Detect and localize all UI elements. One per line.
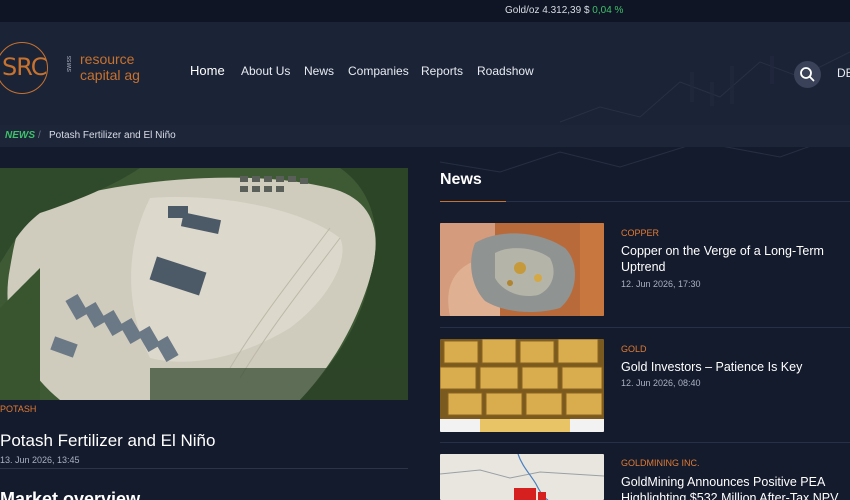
src-logo[interactable]: SRC SWISS resource capital ag bbox=[0, 40, 160, 94]
breadcrumb-separator: / bbox=[38, 130, 41, 141]
logo-word-capital: capital ag bbox=[80, 67, 140, 83]
news-thumbnail-gold-bars[interactable] bbox=[440, 339, 604, 432]
hero-category[interactable]: POTASH bbox=[0, 404, 36, 414]
language-switch[interactable]: DE bbox=[837, 66, 850, 80]
hero-image[interactable] bbox=[0, 168, 408, 400]
news-thumbnail-copper-ore[interactable] bbox=[440, 223, 604, 316]
breadcrumb-news-link[interactable]: NEWS bbox=[5, 125, 35, 147]
breadcrumb: NEWS / Potash Fertilizer and El Niño bbox=[0, 125, 850, 147]
hero-date: 13. Jun 2026, 13:45 bbox=[0, 455, 80, 465]
hero-title[interactable]: Potash Fertilizer and El Niño bbox=[0, 431, 215, 451]
gold-price-ticker: Gold/oz 4.312,39 $ 0,04 % bbox=[0, 0, 850, 22]
gold-bars-image bbox=[440, 339, 604, 432]
nav-roadshow[interactable]: Roadshow bbox=[477, 64, 534, 78]
news-heading: News bbox=[440, 171, 482, 188]
nav-about-us[interactable]: About Us bbox=[241, 64, 290, 78]
search-button[interactable] bbox=[794, 61, 821, 88]
divider bbox=[440, 442, 850, 443]
aerial-mine-site-image bbox=[0, 168, 408, 400]
nav-home[interactable]: Home bbox=[190, 63, 225, 78]
ticker-label: Gold/oz bbox=[505, 5, 540, 16]
search-icon bbox=[800, 67, 815, 82]
nav-companies[interactable]: Companies bbox=[348, 64, 409, 78]
breadcrumb-current: Potash Fertilizer and El Niño bbox=[49, 130, 176, 141]
news-item-date: 12. Jun 2026, 17:30 bbox=[621, 279, 701, 289]
news-item-category[interactable]: COPPER bbox=[621, 228, 659, 238]
logo-mark: SRC bbox=[2, 53, 47, 81]
project-map-image bbox=[440, 454, 604, 500]
news-item-title[interactable]: GoldMining Announces Positive PEA Highli… bbox=[621, 474, 850, 500]
news-item-date: 12. Jun 2026, 08:40 bbox=[621, 378, 701, 388]
news-thumbnail-map[interactable] bbox=[440, 454, 604, 500]
logo-word-resource: resource bbox=[80, 51, 135, 67]
nav-reports[interactable]: Reports bbox=[421, 64, 463, 78]
ticker-price: 4.312,39 $ bbox=[542, 5, 590, 16]
divider bbox=[0, 468, 408, 469]
news-item-title[interactable]: Copper on the Verge of a Long-Term Uptre… bbox=[621, 243, 850, 275]
copper-ore-image bbox=[440, 223, 604, 316]
news-item-category[interactable]: GOLD bbox=[621, 344, 647, 354]
news-item-title[interactable]: Gold Investors – Patience Is Key bbox=[621, 359, 850, 375]
logo-tag: SWISS bbox=[67, 55, 73, 72]
nav-news[interactable]: News bbox=[304, 64, 334, 78]
divider bbox=[440, 327, 850, 328]
market-overview-heading: Market overview bbox=[0, 489, 141, 500]
news-heading-underline bbox=[440, 201, 506, 202]
divider bbox=[506, 201, 850, 202]
news-item-category[interactable]: GOLDMINING INC. bbox=[621, 458, 700, 468]
ticker-change: 0,04 % bbox=[592, 5, 624, 16]
